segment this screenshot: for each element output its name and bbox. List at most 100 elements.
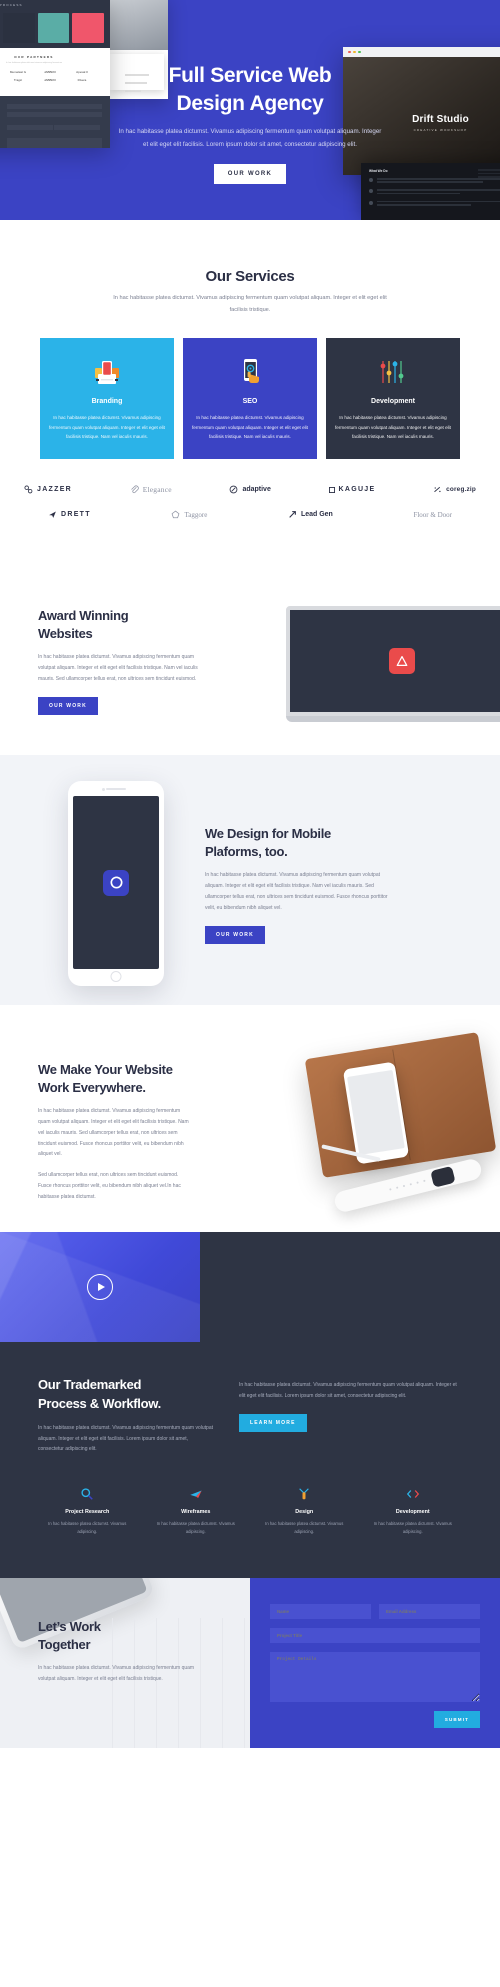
- everywhere-title-line2: Work Everywhere.: [38, 1079, 146, 1095]
- phone-mockup: [68, 781, 164, 987]
- pentagon-icon: [171, 510, 180, 519]
- contact-title: Let’s Work Together: [38, 1618, 203, 1653]
- panel-row: [369, 189, 500, 195]
- service-card-branding[interactable]: Branding In hac habitasse platea dictums…: [40, 338, 174, 460]
- contact-form-row-1: [270, 1604, 480, 1620]
- contact-title-line2: Together: [38, 1636, 91, 1652]
- process-section: Our Trademarked Process & Workflow. In h…: [0, 1342, 500, 1579]
- name-input[interactable]: [270, 1604, 371, 1620]
- hero-dark-panel: What We Do: [361, 163, 500, 220]
- hole: [389, 1188, 392, 1191]
- client-logo-drett[interactable]: DRETT: [48, 510, 91, 519]
- everywhere-body-1: In hac habitasse platea dictumst. Vivamu…: [38, 1108, 189, 1158]
- process-step-body: In hac habitasse platea dictumst. Vivamu…: [48, 1521, 127, 1535]
- hole: [395, 1186, 399, 1190]
- strip-card-dark: [2, 13, 35, 43]
- pencil-icon: [255, 1485, 354, 1503]
- process-left: Our Trademarked Process & Workflow. In h…: [38, 1376, 213, 1455]
- process-step-design: Design In hac habitasse platea dictumst.…: [255, 1485, 354, 1536]
- process-step-body: In hac habitasse platea dictumst. Vivamu…: [265, 1521, 344, 1535]
- hole: [416, 1181, 419, 1185]
- phone-screen: [73, 796, 159, 970]
- screenshot-partners-heading: OUR PARTNERS: [14, 55, 54, 59]
- watch-band-holes: [389, 1180, 426, 1191]
- strip-card-red: [72, 13, 104, 43]
- submit-button[interactable]: SUBMIT: [433, 1711, 480, 1729]
- award-body: In hac habitasse platea dictumst. Vivamu…: [38, 654, 198, 682]
- mobile-our-work-button[interactable]: OUR WORK: [205, 926, 265, 945]
- process-learn-more-button[interactable]: LEARN MORE: [239, 1413, 307, 1432]
- mobile-title-line1: We Design for Mobile: [205, 826, 331, 842]
- side-line: [478, 176, 500, 178]
- client-logo-elegance[interactable]: Elegance: [130, 485, 172, 494]
- process-title: Our Trademarked Process & Workflow.: [38, 1376, 213, 1412]
- process-step-wireframes: Wireframes In hac habitasse platea dictu…: [147, 1485, 246, 1536]
- process-step-title: Project Research: [65, 1509, 110, 1516]
- contact-form-row-2: [270, 1628, 480, 1644]
- laptop-base: [286, 716, 500, 723]
- magnifier-icon: [38, 1485, 137, 1503]
- screenshot-trademark-panel: TRADEMARK PROCESS: [0, 0, 110, 48]
- client-logo-adaptive[interactable]: adaptive: [229, 485, 271, 494]
- hero-subtitle: In hac habitasse platea dictumst. Vivamu…: [118, 128, 382, 148]
- panel-line: [377, 200, 500, 203]
- panel-row: [369, 200, 500, 207]
- client-logo-coregzip[interactable]: coreg.zip: [433, 485, 476, 494]
- service-card-seo[interactable]: SEO In hac habitasse platea dictumst. Vi…: [183, 338, 317, 460]
- service-card-body: In hac habitasse platea dictumst. Vivamu…: [192, 415, 308, 439]
- project-details-input[interactable]: [270, 1652, 480, 1703]
- panel-line: [377, 192, 461, 195]
- client-logo-jazzer[interactable]: JAZZER: [24, 485, 72, 494]
- contact-form-row-3: [270, 1652, 480, 1703]
- split-dark-panel: [200, 1232, 500, 1343]
- screenshot-card-strip: [0, 13, 104, 43]
- client-logo-kaguje[interactable]: KAGUJE: [328, 486, 376, 493]
- process-body-left: In hac habitasse platea dictumst. Vivamu…: [38, 1424, 213, 1453]
- panel-bullet: [369, 200, 373, 205]
- email-input[interactable]: [379, 1604, 480, 1620]
- phone-speaker: [106, 788, 126, 791]
- process-step-title: Design: [295, 1509, 314, 1516]
- client-logo-floordoor[interactable]: Floor & Door: [413, 511, 452, 519]
- client-logo-label: Floor & Door: [413, 510, 452, 519]
- everywhere-section: We Make Your Website Work Everywhere. In…: [0, 1005, 500, 1233]
- mobile-title-line2: Plaforms, too.: [205, 843, 288, 859]
- services-subtitle: In hac habitasse platea dictumst. Vivamu…: [113, 295, 387, 313]
- service-card-development[interactable]: Development In hac habitasse platea dict…: [326, 338, 460, 460]
- everywhere-title: We Make Your Website Work Everywhere.: [38, 1061, 190, 1096]
- client-logo-label: Taggore: [184, 510, 208, 519]
- phone-camera: [102, 787, 105, 791]
- contact-copy: Let’s Work Together In hac habitasse pla…: [38, 1618, 203, 1685]
- seo-mobile-icon: [192, 352, 308, 392]
- client-logo-label: JAZZER: [37, 486, 73, 494]
- client-logo-label: Lead Gen: [300, 511, 333, 519]
- laptop-mockup: [286, 606, 500, 723]
- panel-line: [377, 189, 500, 191]
- contact-left: Let’s Work Together In hac habitasse pla…: [0, 1578, 250, 1749]
- award-our-work-button[interactable]: OUR WORK: [38, 697, 98, 716]
- circle-slash-icon: [229, 485, 238, 494]
- process-top: Our Trademarked Process & Workflow. In h…: [38, 1376, 462, 1455]
- laptop-logo-icon: [389, 648, 415, 675]
- client-logo-taggore[interactable]: Taggore: [171, 510, 207, 519]
- service-card-title: Branding: [91, 398, 123, 406]
- process-right: In hac habitasse platea dictumst. Vivamu…: [239, 1376, 462, 1455]
- play-icon[interactable]: [87, 1274, 113, 1301]
- landing-page: TRADEMARK PROCESS OUR PARTNERS In hac ha…: [0, 0, 500, 1749]
- panel-bullet: [369, 189, 373, 194]
- browser-titlebar: [343, 47, 500, 57]
- project-title-input[interactable]: [270, 1628, 480, 1644]
- browser-maximize-dot: [358, 50, 361, 54]
- award-section: Award Winning Websites In hac habitasse …: [0, 561, 500, 756]
- panel-lines: [377, 200, 500, 207]
- hero-section: TRADEMARK PROCESS OUR PARTNERS In hac ha…: [0, 0, 500, 220]
- client-logo-leadgen[interactable]: Lead Gen: [288, 510, 333, 519]
- client-logo-row-2: DRETT Taggore Lead Gen Floor & Door: [24, 510, 476, 519]
- browser-close-dot: [348, 50, 351, 54]
- hero-our-work-button[interactable]: OUR WORK: [213, 164, 287, 185]
- panel-line: [377, 181, 483, 183]
- hero-title-line2: Design Agency: [176, 91, 324, 115]
- video-thumbnail[interactable]: [0, 1232, 200, 1343]
- contact-form: SUBMIT: [250, 1578, 500, 1749]
- mobile-section: We Design for Mobile Plaforms, too. In h…: [0, 755, 500, 1006]
